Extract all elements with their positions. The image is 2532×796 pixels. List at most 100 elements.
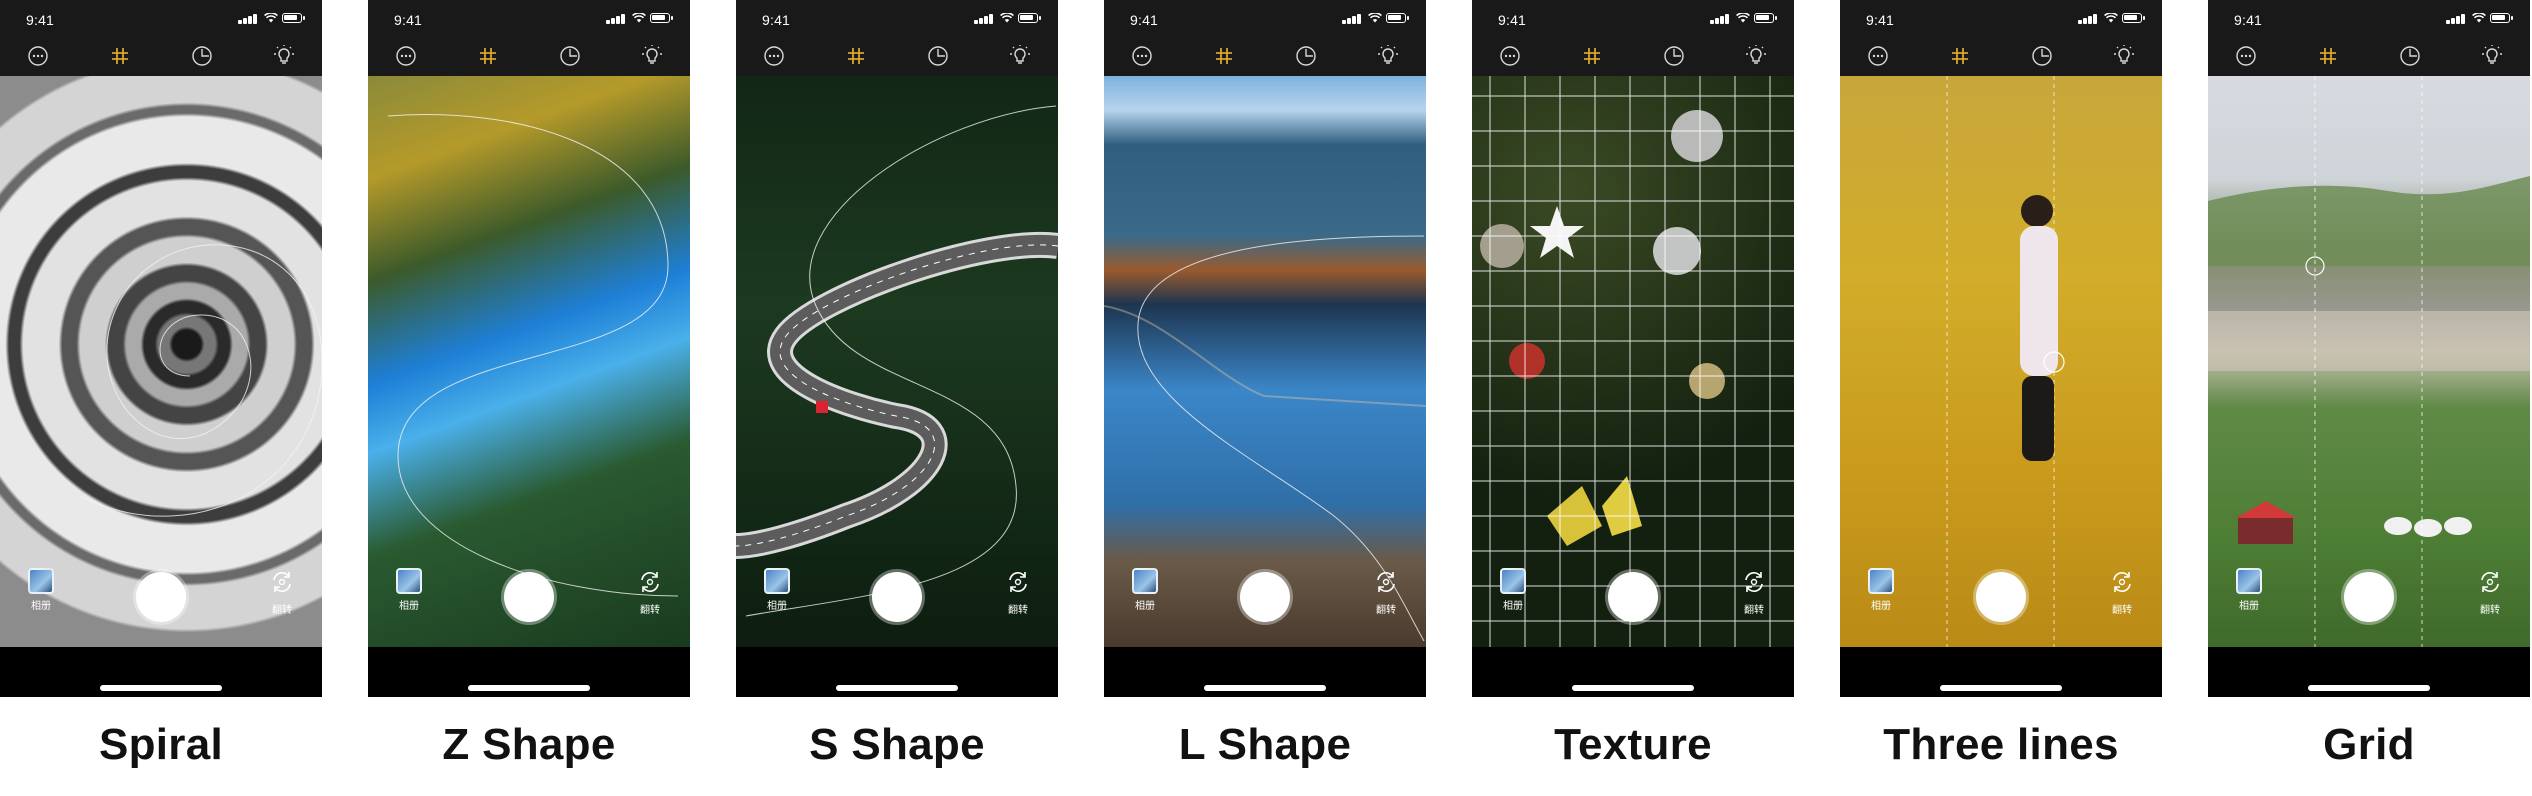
more-icon[interactable] <box>1864 42 1892 70</box>
caption-label: Three lines <box>1883 720 2119 769</box>
album-label: 相册 <box>31 601 51 612</box>
flip-camera-button[interactable]: 翻转 <box>1000 568 1036 616</box>
status-time: 9:41 <box>2234 12 2263 28</box>
album-button[interactable]: 相册 <box>760 568 794 612</box>
timer-icon[interactable] <box>2396 42 2424 70</box>
flip-label: 翻转 <box>1376 605 1396 616</box>
flip-camera-button[interactable]: 翻转 <box>1368 568 1404 616</box>
flip-camera-icon <box>1377 572 1395 592</box>
more-icon[interactable] <box>392 42 420 70</box>
flip-camera-button[interactable]: 翻转 <box>632 568 668 616</box>
home-indicator <box>1204 685 1326 691</box>
album-label: 相册 <box>1871 601 1891 612</box>
flip-label: 翻转 <box>2112 605 2132 616</box>
viewfinder-image <box>736 76 1058 647</box>
flip-label: 翻转 <box>640 605 660 616</box>
shutter-button[interactable] <box>2344 572 2394 622</box>
flip-camera-icon <box>1009 572 1027 592</box>
status-time: 9:41 <box>394 12 423 28</box>
phone-screen: 9:41 相册 翻转 <box>0 0 322 697</box>
timer-icon[interactable] <box>2028 42 2056 70</box>
shutter-button[interactable] <box>1608 572 1658 622</box>
album-thumbnail <box>2236 568 2262 594</box>
more-icon[interactable] <box>1496 42 1524 70</box>
composition-grid-icon[interactable] <box>2314 42 2342 70</box>
viewfinder-image <box>368 76 690 647</box>
panel-s-shape: 9:41 相册 翻转 S Shape <box>736 0 1058 796</box>
l-shape-guide-overlay <box>1104 235 1426 642</box>
timer-icon[interactable] <box>1660 42 1688 70</box>
album-thumbnail <box>764 568 790 594</box>
battery-icon <box>2490 13 2513 23</box>
camera-toolbar <box>1472 36 1794 76</box>
flash-bulb-icon[interactable] <box>2478 42 2506 70</box>
flip-camera-button[interactable]: 翻转 <box>2104 568 2140 616</box>
camera-toolbar <box>0 36 322 76</box>
status-time: 9:41 <box>26 12 55 28</box>
composition-grid-icon[interactable] <box>1578 42 1606 70</box>
panel-grid: 9:41 相册 翻转 Grid <box>2208 0 2530 796</box>
album-label: 相册 <box>2239 601 2259 612</box>
flash-bulb-icon[interactable] <box>638 42 666 70</box>
composition-grid-icon[interactable] <box>106 42 134 70</box>
wifi-icon <box>632 13 646 23</box>
album-label: 相册 <box>399 601 419 612</box>
caption-label: Texture <box>1554 720 1712 769</box>
wifi-icon <box>1368 13 1382 23</box>
flash-bulb-icon[interactable] <box>1374 42 1402 70</box>
flash-bulb-icon[interactable] <box>2110 42 2138 70</box>
composition-grid-icon[interactable] <box>474 42 502 70</box>
flip-camera-button[interactable]: 翻转 <box>2472 568 2508 616</box>
status-icons <box>2446 12 2513 24</box>
flip-camera-button[interactable]: 翻转 <box>264 568 300 616</box>
status-icons <box>238 12 305 24</box>
status-time: 9:41 <box>1130 12 1159 28</box>
flip-camera-icon <box>1745 572 1763 592</box>
camera-toolbar <box>1840 36 2162 76</box>
album-button[interactable]: 相册 <box>2232 568 2266 612</box>
phone-screen: 9:41 相册 翻转 <box>368 0 690 697</box>
shutter-button[interactable] <box>136 572 186 622</box>
shutter-button[interactable] <box>872 572 922 622</box>
flash-bulb-icon[interactable] <box>270 42 298 70</box>
more-icon[interactable] <box>1128 42 1156 70</box>
home-indicator <box>1940 685 2062 691</box>
flip-label: 翻转 <box>272 605 292 616</box>
album-button[interactable]: 相册 <box>1864 568 1898 612</box>
composition-grid-icon[interactable] <box>842 42 870 70</box>
timer-icon[interactable] <box>188 42 216 70</box>
album-button[interactable]: 相册 <box>1128 568 1162 612</box>
timer-icon[interactable] <box>556 42 584 70</box>
shutter-button[interactable] <box>1976 572 2026 622</box>
phone-screen: 9:41 相册 翻转 <box>736 0 1058 697</box>
status-icons <box>606 12 673 24</box>
flash-bulb-icon[interactable] <box>1742 42 1770 70</box>
phone-screen: 9:41 相册 翻转 <box>1840 0 2162 697</box>
wifi-icon <box>2104 13 2118 23</box>
album-button[interactable]: 相册 <box>1496 568 1530 612</box>
viewfinder-image <box>1840 76 2162 647</box>
shutter-button[interactable] <box>504 572 554 622</box>
more-icon[interactable] <box>760 42 788 70</box>
album-button[interactable]: 相册 <box>24 568 58 612</box>
album-thumbnail <box>1500 568 1526 594</box>
battery-icon <box>1754 13 1777 23</box>
album-label: 相册 <box>767 601 787 612</box>
camera-toolbar <box>1104 36 1426 76</box>
battery-icon <box>1386 13 1409 23</box>
more-icon[interactable] <box>2232 42 2260 70</box>
caption-label: Spiral <box>98 720 224 769</box>
timer-icon[interactable] <box>924 42 952 70</box>
wifi-icon <box>2472 13 2486 23</box>
more-icon[interactable] <box>24 42 52 70</box>
home-indicator <box>468 685 590 691</box>
shutter-button[interactable] <box>1240 572 1290 622</box>
composition-grid-icon[interactable] <box>1946 42 1974 70</box>
composition-grid-icon[interactable] <box>1210 42 1238 70</box>
camera-controls: 相册 翻转 <box>0 566 322 636</box>
wifi-icon <box>1000 13 1014 23</box>
album-button[interactable]: 相册 <box>392 568 426 612</box>
flip-camera-button[interactable]: 翻转 <box>1736 568 1772 616</box>
flash-bulb-icon[interactable] <box>1006 42 1034 70</box>
timer-icon[interactable] <box>1292 42 1320 70</box>
